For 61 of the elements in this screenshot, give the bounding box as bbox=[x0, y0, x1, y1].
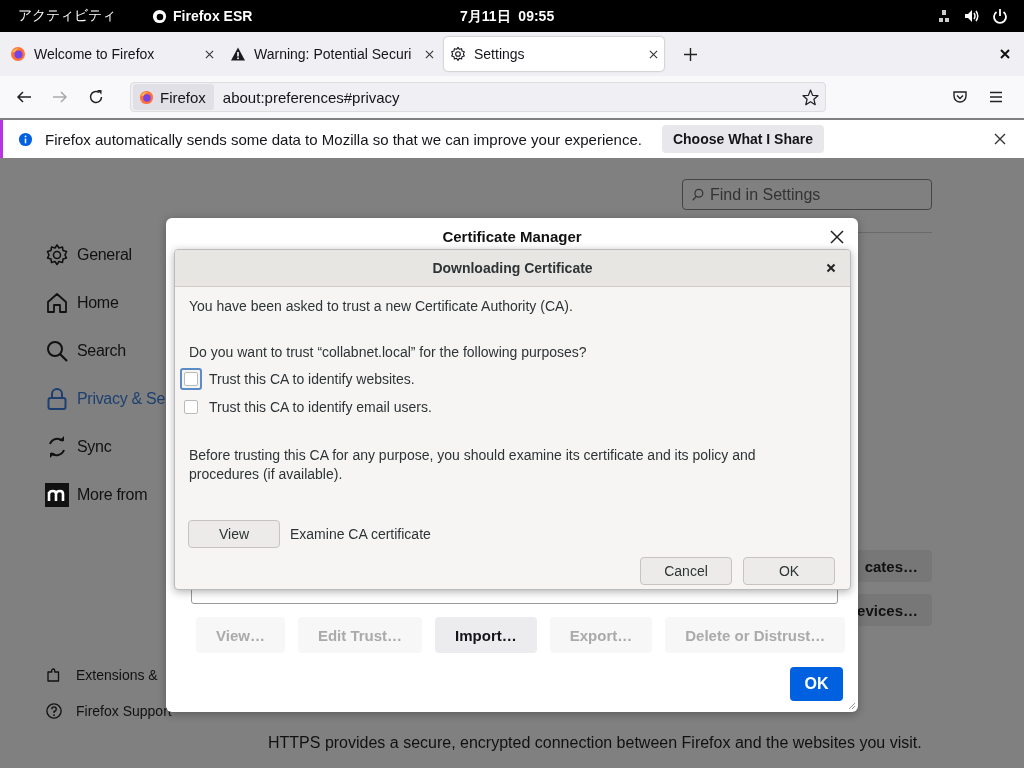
dialog-button[interactable]: OK bbox=[743, 557, 835, 585]
close-icon[interactable] bbox=[1000, 49, 1010, 59]
browser-tab[interactable]: Welcome to Firefox bbox=[4, 37, 220, 71]
ok-button[interactable]: OK bbox=[790, 667, 843, 701]
new-tab-icon[interactable] bbox=[684, 47, 697, 61]
view-label: Examine CA certificate bbox=[290, 526, 431, 542]
close-icon[interactable] bbox=[205, 49, 214, 59]
info-icon bbox=[18, 131, 33, 147]
mozilla-icon bbox=[45, 483, 69, 507]
dialog-button[interactable]: Cancel bbox=[640, 557, 732, 585]
reload-icon[interactable] bbox=[88, 89, 104, 105]
firefox-icon bbox=[152, 8, 167, 24]
dialog-title: Downloading Certificate bbox=[432, 260, 593, 276]
firefox-icon bbox=[10, 46, 26, 62]
tab-title: Welcome to Firefox bbox=[34, 46, 156, 62]
dialog-button[interactable]: Import… bbox=[435, 617, 537, 653]
network-icon[interactable] bbox=[936, 8, 952, 24]
search-icon bbox=[691, 187, 705, 202]
address-bar[interactable]: Firefox about:preferences#privacy bbox=[130, 82, 826, 112]
gear-icon bbox=[450, 46, 466, 62]
help-icon bbox=[45, 702, 63, 720]
close-icon[interactable] bbox=[830, 230, 844, 244]
browser-tab[interactable]: Settings bbox=[444, 37, 664, 71]
close-icon[interactable] bbox=[649, 49, 658, 59]
firefox-icon bbox=[139, 89, 154, 105]
pocket-icon[interactable] bbox=[952, 89, 968, 105]
checkbox[interactable] bbox=[184, 400, 198, 414]
menu-icon[interactable] bbox=[988, 89, 1004, 105]
sidebar-item[interactable]: General bbox=[45, 240, 250, 270]
resize-grip-icon[interactable] bbox=[846, 700, 856, 710]
url-text: about:preferences#privacy bbox=[222, 88, 401, 106]
warning-icon bbox=[230, 46, 246, 62]
close-icon[interactable] bbox=[826, 263, 836, 273]
close-icon[interactable] bbox=[425, 49, 434, 59]
clock[interactable]: 7月11日 09:55 bbox=[460, 8, 555, 26]
browser-tab[interactable]: Warning: Potential Securi bbox=[224, 37, 440, 71]
dialog-text: You have been asked to trust a new Certificate Authority (CA). bbox=[189, 297, 574, 316]
tab-title: Warning: Potential Securi bbox=[254, 46, 413, 62]
star-icon[interactable] bbox=[802, 88, 819, 106]
paragraph-text: HTTPS provides a secure, encrypted connection between Firefox and the websites you visit. bbox=[268, 734, 923, 752]
search-icon bbox=[45, 339, 69, 363]
close-icon[interactable] bbox=[994, 133, 1006, 145]
power-icon[interactable] bbox=[992, 8, 1008, 24]
checkbox-label[interactable]: Trust this CA to identify email users. bbox=[209, 399, 432, 415]
identity-button[interactable]: Firefox bbox=[133, 84, 214, 110]
app-menu[interactable]: Firefox ESR bbox=[173, 8, 253, 24]
home-icon bbox=[45, 291, 69, 315]
checkbox-label[interactable]: Trust this CA to identify websites. bbox=[209, 371, 415, 387]
dialog-title: Certificate Manager bbox=[441, 228, 583, 245]
lock-icon bbox=[45, 387, 69, 411]
notification-text: Firefox automatically sends some data to Mozilla so that we can improve your experience. bbox=[45, 130, 642, 148]
view-button[interactable]: View bbox=[188, 520, 280, 548]
dialog-text: Do you want to trust “collabnet.local” for the following purposes? bbox=[189, 343, 588, 362]
sidebar-link[interactable]: Firefox Support bbox=[45, 702, 250, 720]
activities-button[interactable]: アクティビティ bbox=[18, 7, 116, 25]
volume-icon[interactable] bbox=[964, 8, 980, 24]
back-icon[interactable] bbox=[16, 89, 32, 105]
sidebar-link[interactable]: Extensions & bbox=[45, 666, 250, 684]
gear-icon bbox=[45, 243, 69, 267]
tab-title: Settings bbox=[474, 46, 526, 62]
choose-what-i-share-button[interactable]: Choose What I Share bbox=[661, 125, 824, 153]
